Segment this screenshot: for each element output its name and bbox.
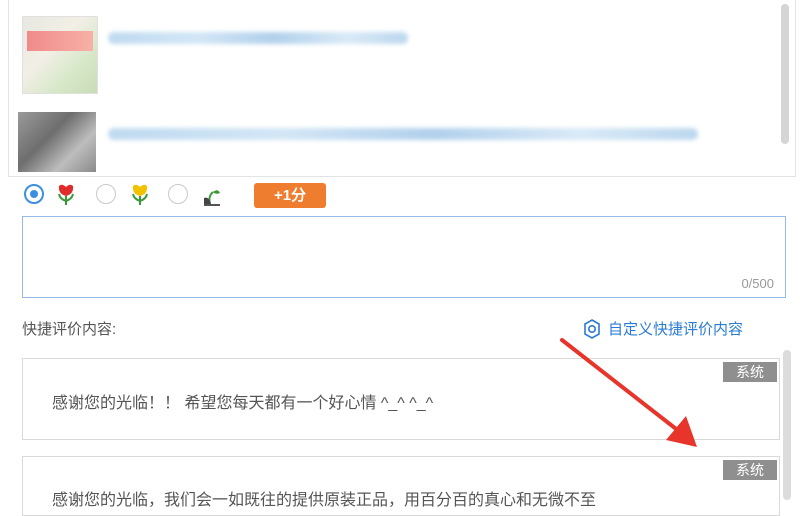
annotation-arrow (560, 338, 697, 447)
